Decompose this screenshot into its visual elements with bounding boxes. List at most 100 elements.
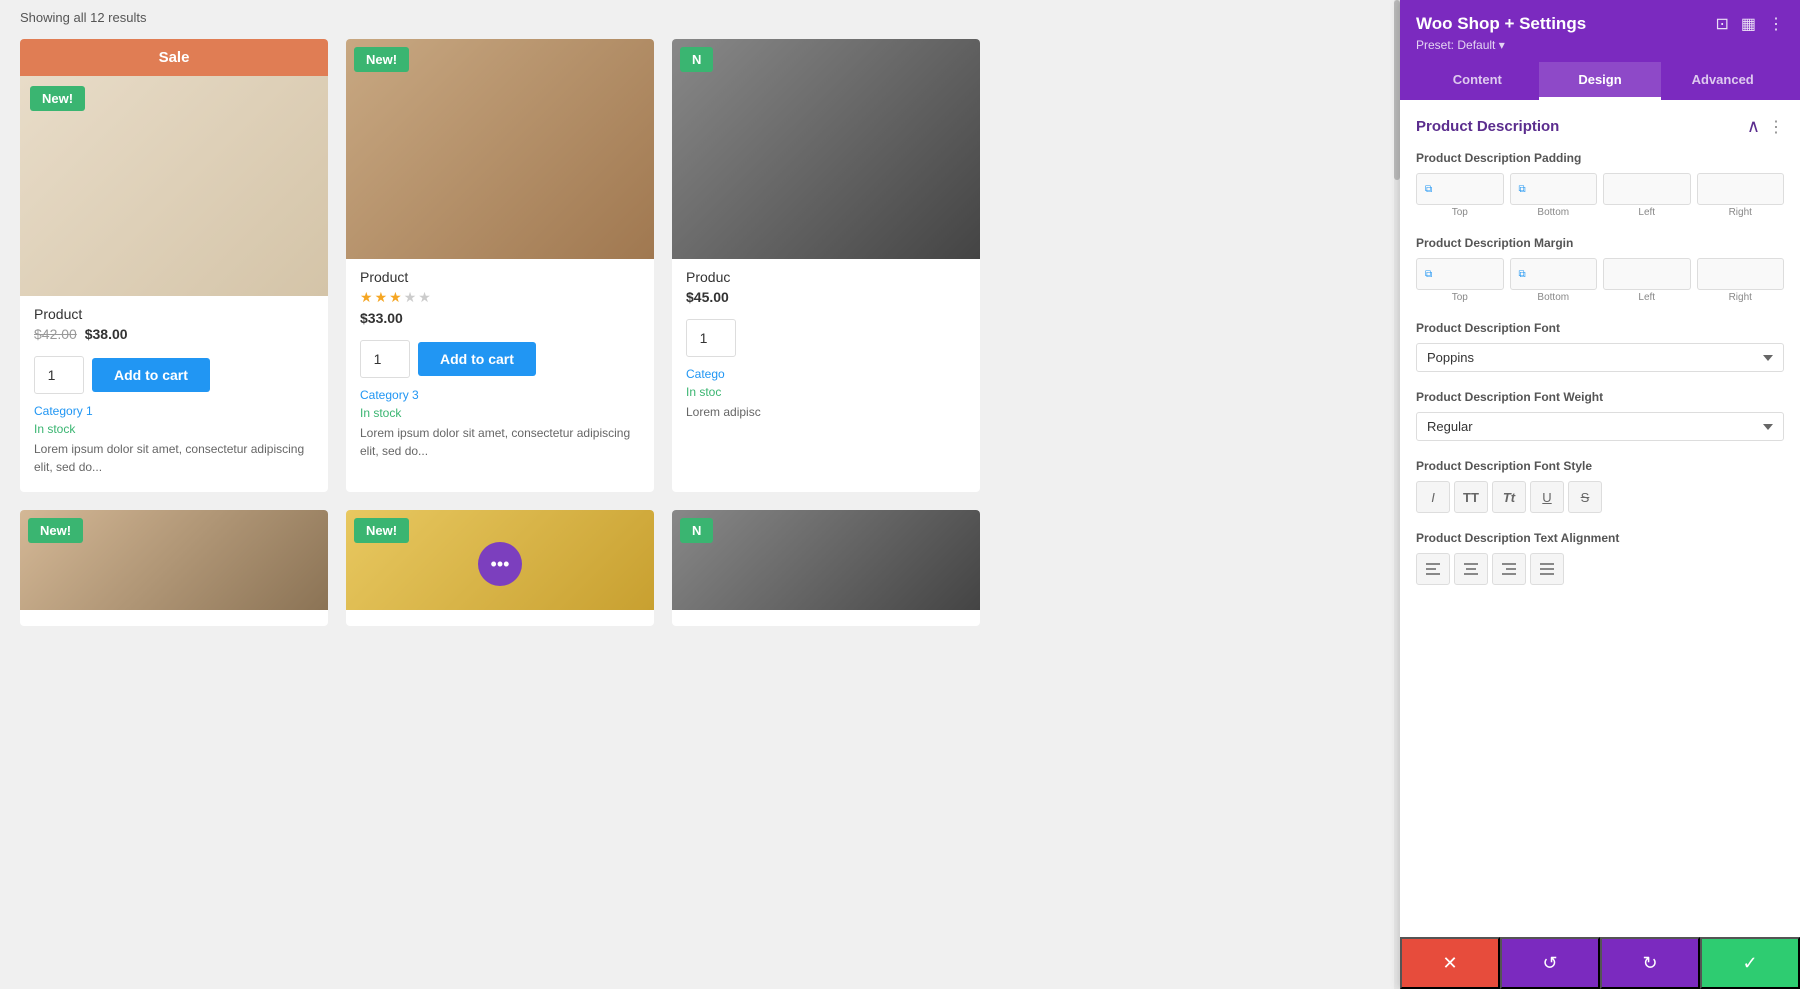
padding-bottom-input[interactable]: ⧉ — [1510, 173, 1598, 205]
product-price: $33.00 — [360, 310, 640, 326]
quantity-input[interactable] — [686, 319, 736, 357]
align-right-button[interactable] — [1492, 553, 1526, 585]
padding-group: Product Description Padding ⧉ ⧉ Top Bott… — [1416, 151, 1784, 218]
product-image-wrap: New! — [346, 39, 654, 259]
right-label: Right — [1697, 207, 1785, 218]
margin-left-input[interactable] — [1603, 258, 1691, 290]
padding-right-input[interactable] — [1697, 173, 1785, 205]
font-label: Product Description Font — [1416, 321, 1784, 335]
product-image-wrap: New! — [20, 76, 328, 296]
panel-title: Woo Shop + Settings — [1416, 14, 1586, 34]
section-options-icon[interactable]: ⋮ — [1768, 117, 1784, 137]
left-label: Left — [1603, 292, 1691, 303]
add-to-cart-button[interactable]: Add to cart — [92, 358, 210, 392]
panel-header: Woo Shop + Settings ⊡ ▦ ⋮ Preset: Defaul… — [1400, 0, 1800, 100]
product-stock: In stock — [20, 422, 328, 436]
bottom-label: Bottom — [1510, 292, 1598, 303]
product-description: Lorem adipisc — [672, 403, 980, 421]
bold-italic-button[interactable]: Tt — [1492, 481, 1526, 513]
save-button[interactable]: ✓ — [1700, 937, 1800, 989]
quantity-input[interactable] — [34, 356, 84, 394]
padding-inputs: ⧉ ⧉ — [1416, 173, 1784, 205]
bold-button[interactable]: TT — [1454, 481, 1488, 513]
product-grid: Sale New! Product $42.00 $38.00 Add to c… — [20, 39, 980, 626]
section-header: Product Description ∧ ⋮ — [1416, 116, 1784, 137]
tab-content[interactable]: Content — [1416, 62, 1539, 100]
align-left-button[interactable] — [1416, 553, 1450, 585]
font-weight-label: Product Description Font Weight — [1416, 390, 1784, 404]
star-5: ★ — [418, 289, 431, 306]
price-old: $42.00 — [34, 326, 77, 342]
padding-left-input[interactable] — [1603, 173, 1691, 205]
margin-right-input[interactable] — [1697, 258, 1785, 290]
product-price: $45.00 — [686, 289, 966, 305]
bottom-label: Bottom — [1510, 207, 1598, 218]
panel-header-icons: ⊡ ▦ ⋮ — [1715, 14, 1784, 34]
font-group: Product Description Font Poppins Roboto … — [1416, 321, 1784, 372]
product-name: Product — [360, 269, 640, 285]
underline-button[interactable]: U — [1530, 481, 1564, 513]
product-description: Lorem ipsum dolor sit amet, consectetur … — [346, 424, 654, 460]
floating-dots-button[interactable]: ••• — [478, 542, 522, 586]
product-card: New! ••• — [346, 510, 654, 626]
responsive-icon[interactable]: ⊡ — [1715, 14, 1728, 34]
padding-label: Product Description Padding — [1416, 151, 1784, 165]
product-card: N — [672, 510, 980, 626]
margin-top-input[interactable]: ⧉ — [1416, 258, 1504, 290]
product-card: N Produc $45.00 Catego In stoc Lorem adi… — [672, 39, 980, 492]
panel-preset[interactable]: Preset: Default ▾ — [1416, 38, 1784, 52]
alignment-buttons — [1416, 553, 1784, 585]
undo-button[interactable]: ↺ — [1500, 937, 1600, 989]
new-badge: New! — [30, 86, 85, 111]
product-image — [346, 39, 654, 259]
text-alignment-group: Product Description Text Alignment — [1416, 531, 1784, 585]
font-weight-select[interactable]: Regular Bold Light — [1416, 412, 1784, 441]
add-to-cart-button[interactable]: Add to cart — [418, 342, 536, 376]
font-style-group: Product Description Font Style I TT Tt U… — [1416, 459, 1784, 513]
italic-button[interactable]: I — [1416, 481, 1450, 513]
product-stock: In stoc — [672, 385, 980, 399]
results-count: Showing all 12 results — [20, 10, 980, 25]
product-price: $42.00 $38.00 — [34, 326, 314, 342]
right-label: Right — [1697, 292, 1785, 303]
star-4: ★ — [404, 289, 417, 306]
margin-labels: Top Bottom Left Right — [1416, 292, 1784, 303]
product-image — [672, 510, 980, 610]
layout-icon[interactable]: ▦ — [1741, 14, 1756, 34]
collapse-icon[interactable]: ∧ — [1747, 116, 1760, 137]
price-new: $33.00 — [360, 310, 403, 326]
main-content: Showing all 12 results Sale New! Product… — [0, 0, 1000, 636]
margin-bottom-input[interactable]: ⧉ — [1510, 258, 1598, 290]
padding-top-input[interactable]: ⧉ — [1416, 173, 1504, 205]
product-category[interactable]: Catego — [672, 367, 980, 381]
quantity-input[interactable] — [360, 340, 410, 378]
margin-group: Product Description Margin ⧉ ⧉ Top Botto… — [1416, 236, 1784, 303]
linked-icon: ⧉ — [1425, 269, 1432, 280]
tab-design[interactable]: Design — [1539, 62, 1662, 100]
cancel-button[interactable]: ✕ — [1400, 937, 1500, 989]
more-options-icon[interactable]: ⋮ — [1768, 14, 1784, 34]
strikethrough-button[interactable]: S — [1568, 481, 1602, 513]
product-name: Product — [34, 306, 314, 322]
text-align-label: Product Description Text Alignment — [1416, 531, 1784, 545]
product-image-wrap: New! — [20, 510, 328, 610]
product-stars: ★ ★ ★ ★ ★ — [360, 289, 640, 306]
price-new: $38.00 — [85, 326, 128, 342]
section-title: Product Description — [1416, 118, 1559, 135]
align-center-button[interactable] — [1454, 553, 1488, 585]
product-info: Product ★ ★ ★ ★ ★ $33.00 — [346, 259, 654, 340]
product-description: Lorem ipsum dolor sit amet, consectetur … — [20, 440, 328, 476]
font-select[interactable]: Poppins Roboto Open Sans — [1416, 343, 1784, 372]
font-weight-group: Product Description Font Weight Regular … — [1416, 390, 1784, 441]
product-card: Sale New! Product $42.00 $38.00 Add to c… — [20, 39, 328, 492]
price-new: $45.00 — [686, 289, 729, 305]
product-category[interactable]: Category 3 — [346, 388, 654, 402]
tab-advanced[interactable]: Advanced — [1661, 62, 1784, 100]
new-badge: New! — [28, 518, 83, 543]
dots-icon: ••• — [491, 554, 510, 575]
panel-tabs: Content Design Advanced — [1416, 62, 1784, 100]
product-category[interactable]: Category 1 — [20, 404, 328, 418]
top-label: Top — [1416, 207, 1504, 218]
align-justify-button[interactable] — [1530, 553, 1564, 585]
redo-button[interactable]: ↻ — [1600, 937, 1700, 989]
